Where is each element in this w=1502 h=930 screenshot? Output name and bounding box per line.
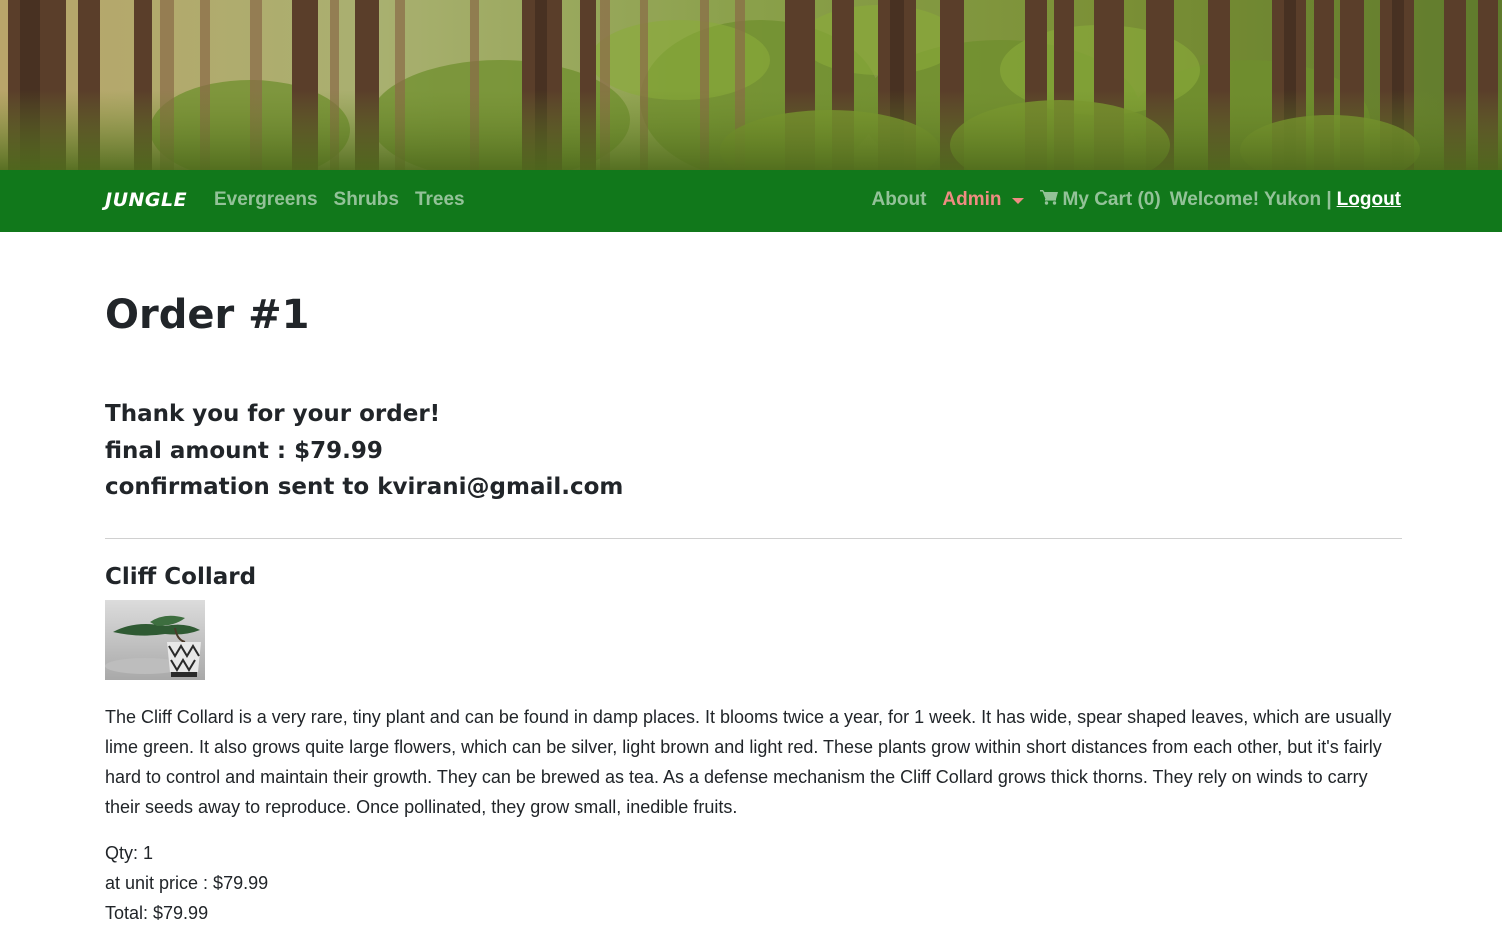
cart-label: My Cart (0) [1062, 189, 1161, 210]
nav-link-trees[interactable]: Trees [415, 189, 465, 211]
line-total: Total: $79.99 [105, 903, 209, 923]
nav-link-shrubs[interactable]: Shrubs [334, 189, 399, 211]
category-nav: Evergreens Shrubs Trees [214, 189, 465, 211]
logout-link[interactable]: Logout [1337, 189, 1401, 211]
quantity: Qty: 1 [105, 843, 154, 863]
account-nav: About Admin My Cart (0) Welcome! Yukon |… [872, 189, 1401, 211]
admin-label: Admin [942, 189, 1002, 210]
divider [105, 538, 1402, 539]
thank-you-message: Thank you for your order! [105, 401, 441, 427]
product-thumbnail [105, 600, 205, 680]
order-confirmation: Thank you for your order! final amount :… [105, 396, 623, 506]
product-name: Cliff Collard [105, 564, 257, 590]
cart-link[interactable]: My Cart (0) [1039, 189, 1161, 211]
confirmation-email: confirmation sent to kvirani@gmail.com [105, 474, 624, 500]
line-item-summary: Qty: 1 at unit price : $79.99 Total: $79… [105, 838, 268, 928]
final-amount: final amount : $79.99 [105, 437, 383, 464]
welcome-text: Welcome! Yukon | [1169, 189, 1332, 210]
nav-link-evergreens[interactable]: Evergreens [214, 189, 318, 211]
product-description: The Cliff Collard is a very rare, tiny p… [105, 707, 1392, 817]
caret-down-icon [1011, 198, 1024, 204]
shopping-cart-icon [1039, 189, 1059, 211]
page-title: Order #1 [105, 292, 310, 338]
brand-logo[interactable]: JUNGLE [105, 189, 187, 211]
hero-banner-image [0, 0, 1502, 170]
nav-link-about[interactable]: About [872, 189, 927, 211]
main-navbar: JUNGLE Evergreens Shrubs Trees About Adm… [0, 170, 1502, 232]
unit-price: at unit price : $79.99 [105, 873, 269, 893]
admin-dropdown-toggle[interactable]: Admin [942, 189, 1024, 211]
